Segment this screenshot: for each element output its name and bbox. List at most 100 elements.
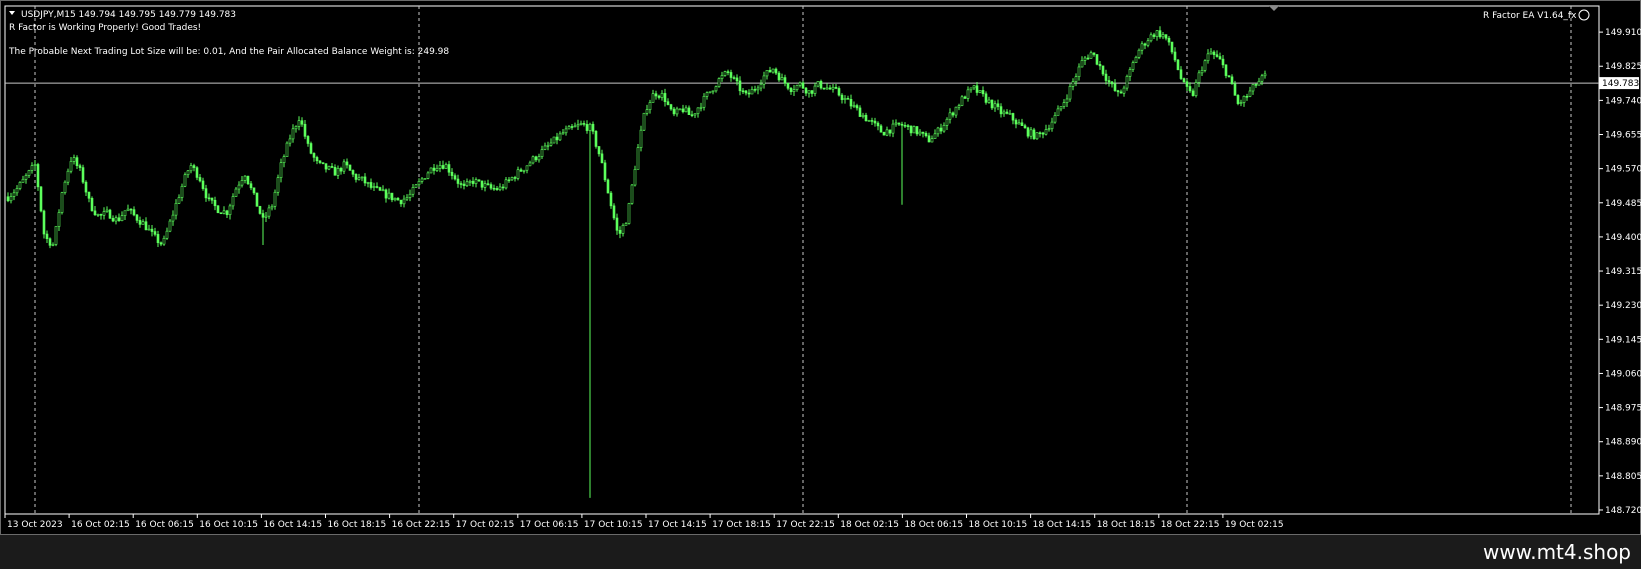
candle-body: [732, 77, 736, 79]
candle-body: [114, 217, 118, 222]
candle-body: [687, 107, 691, 116]
candle-body: [873, 120, 877, 124]
candle-body: [792, 89, 796, 92]
candle-body: [537, 156, 541, 161]
candle-body: [243, 175, 247, 181]
candle-body: [519, 169, 523, 172]
time-tick-label: 17 Oct 06:15: [520, 520, 579, 530]
candle-body: [1116, 90, 1120, 93]
candle-body: [105, 209, 109, 212]
candle-body: [123, 210, 127, 216]
candle-body: [984, 93, 988, 103]
price-tick-label: 149.825: [1605, 62, 1641, 72]
candle-body: [699, 106, 703, 109]
candle-body: [771, 68, 775, 73]
candle-body: [819, 81, 823, 89]
candle-body: [1260, 75, 1264, 82]
candle-body: [1170, 41, 1174, 53]
candle-body: [1041, 132, 1045, 135]
candle-body: [744, 90, 748, 94]
candle-body: [906, 125, 910, 127]
candle-body: [516, 169, 520, 179]
candle-body: [432, 167, 436, 171]
candle-body: [444, 164, 448, 169]
candle-body: [1182, 78, 1186, 83]
candle-body: [54, 226, 58, 245]
candle-body: [363, 176, 367, 184]
candle-body: [816, 81, 820, 87]
candle-body: [219, 212, 223, 215]
candle-body: [33, 164, 37, 166]
candle-body: [582, 123, 586, 125]
candle-body: [822, 87, 826, 90]
candle-body: [549, 142, 553, 146]
watermark-text: www.mt4.shop: [1482, 540, 1631, 564]
candle-body: [546, 144, 550, 147]
candle-body: [1008, 113, 1012, 115]
candle-body: [81, 167, 85, 183]
candle-body: [678, 108, 682, 111]
candle-body: [1203, 60, 1207, 71]
candle-body: [489, 184, 493, 189]
candle-body: [768, 69, 772, 73]
candle-body: [1161, 34, 1165, 38]
candle-body: [72, 157, 76, 162]
candle-body: [312, 153, 316, 158]
time-tick-label: 16 Oct 06:15: [135, 520, 194, 530]
candle-body: [270, 205, 274, 209]
candle-body: [51, 244, 55, 246]
candle-body: [903, 124, 907, 127]
candle-body: [468, 180, 472, 183]
candle-body: [621, 225, 625, 234]
candle-body: [684, 107, 688, 113]
candle-body: [759, 83, 763, 89]
candle-body: [183, 174, 187, 187]
candle-body: [897, 122, 901, 125]
candle-body: [1242, 95, 1246, 103]
smiley-icon[interactable]: [1578, 9, 1590, 21]
symbol-dropdown-icon[interactable]: [9, 11, 15, 15]
candlestick-chart[interactable]: 149.910 149.825 149.740 149.655 149.570 149.4…: [1, 1, 1641, 536]
candle-body: [471, 180, 475, 184]
candle-body: [777, 72, 781, 81]
candle-body: [855, 105, 859, 109]
candle-body: [714, 86, 718, 92]
candle-body: [747, 92, 751, 95]
candle-body: [27, 170, 31, 176]
candle-body: [297, 120, 301, 127]
candle-body: [567, 126, 571, 130]
candle-body: [144, 221, 148, 231]
candle-body: [1062, 102, 1066, 107]
time-tick-label: 18 Oct 02:15: [840, 520, 899, 530]
candle-body: [321, 162, 325, 164]
candle-body: [810, 90, 814, 94]
candle-body: [1044, 129, 1048, 135]
candle-body: [339, 168, 343, 172]
candle-body: [1023, 125, 1027, 129]
candle-body: [1017, 122, 1021, 125]
chart-window[interactable]: 149.910 149.825 149.740 149.655 149.570 149.4…: [0, 0, 1641, 535]
candle-body: [1014, 119, 1018, 125]
candle-body: [351, 170, 355, 175]
candle-body: [675, 108, 679, 115]
candle-body: [1236, 95, 1240, 104]
candle-body: [264, 215, 268, 218]
candle-body: [360, 176, 364, 179]
candle-body: [78, 165, 82, 168]
candle-body: [876, 122, 880, 127]
candle-body: [15, 188, 19, 194]
time-tick-label: 18 Oct 18:15: [1097, 520, 1156, 530]
candle-body: [1074, 76, 1078, 82]
candle-body: [936, 127, 940, 135]
candle-body: [705, 92, 709, 97]
time-tick-label: 13 Oct 2023: [7, 520, 63, 530]
candle-body: [369, 182, 373, 188]
candle-body: [603, 162, 607, 181]
candle-body: [150, 228, 154, 232]
candle-body: [1131, 62, 1135, 70]
candle-body: [666, 101, 670, 105]
candle-body: [534, 156, 538, 161]
candle-body: [1218, 56, 1222, 60]
candle-body: [177, 197, 181, 204]
chart-shift-marker-icon[interactable]: [1269, 6, 1279, 11]
